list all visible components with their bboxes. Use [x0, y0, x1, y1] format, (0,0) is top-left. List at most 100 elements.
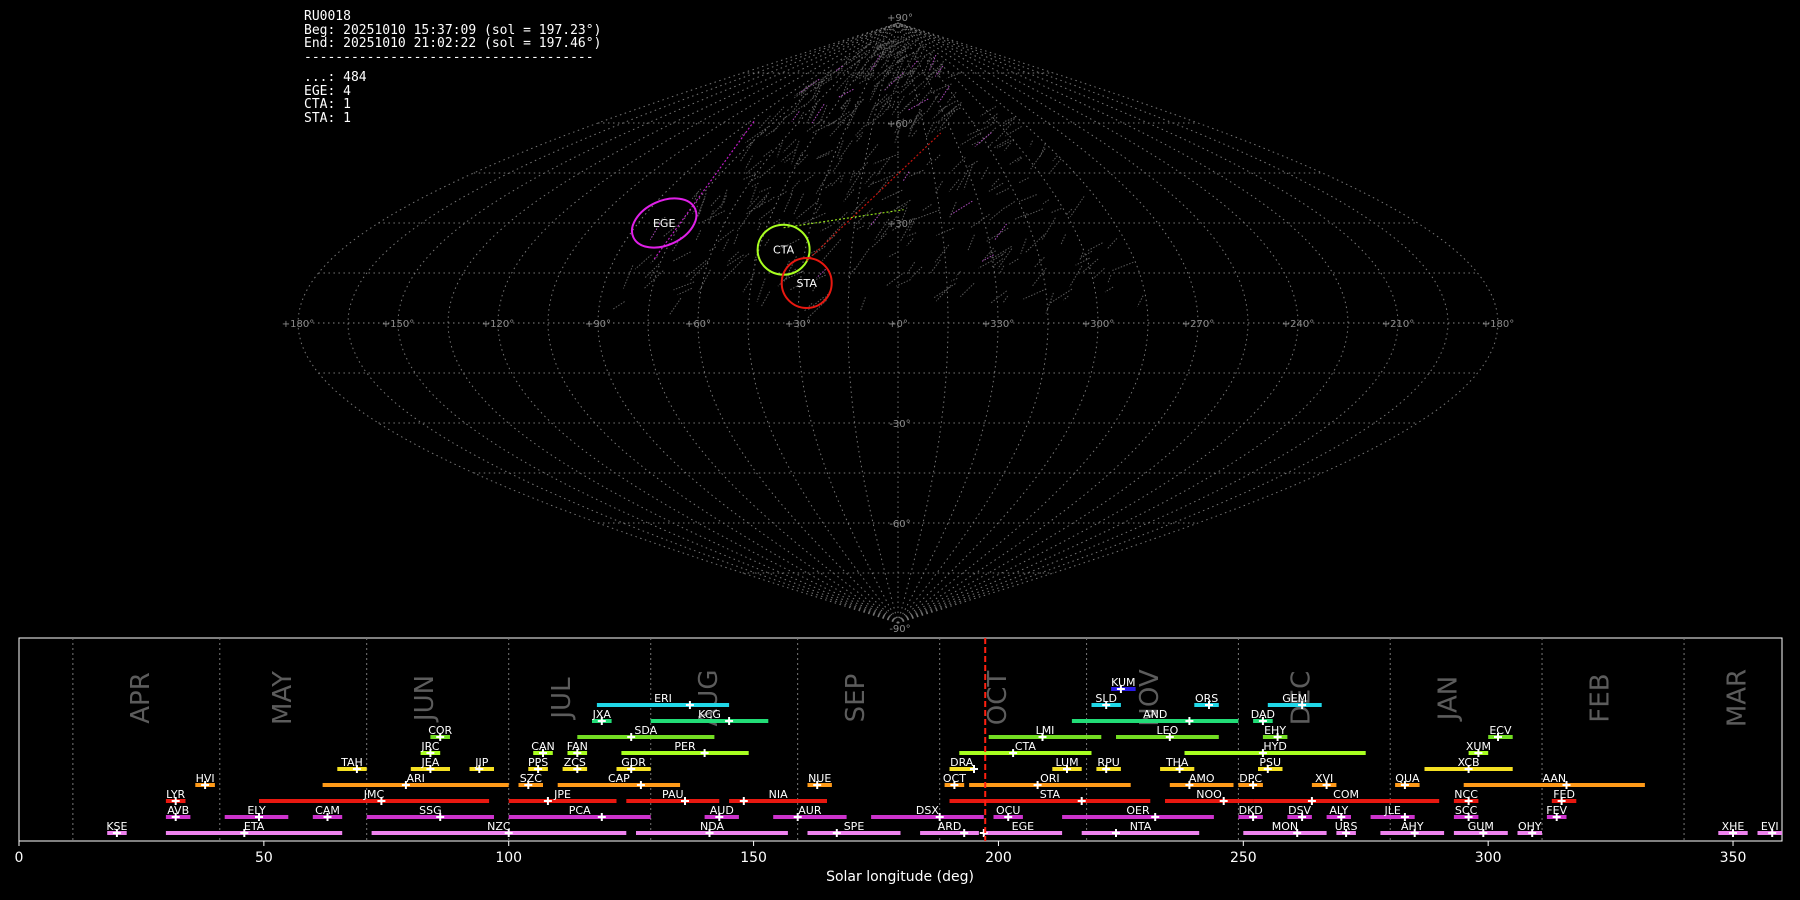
meteor-trail	[934, 154, 941, 161]
meteor-trail	[946, 72, 961, 79]
meteor-trail	[791, 93, 807, 113]
meteor-trail	[999, 265, 1005, 274]
meteor-trail	[783, 104, 806, 120]
meteor-trail	[918, 89, 932, 105]
shower-code-label: AMO	[1189, 772, 1215, 785]
shower-code-label: AUR	[798, 804, 822, 817]
shower-code-label: ELY	[247, 804, 266, 817]
x-tick-label: 50	[255, 850, 273, 866]
latitude-label: -90°	[889, 624, 910, 635]
meteor-trail	[836, 73, 852, 91]
meteor-trail	[1019, 194, 1037, 202]
meteor-trail	[634, 254, 652, 270]
shower-code-label: AUD	[710, 804, 734, 817]
meteor-trail	[774, 218, 781, 224]
shower-code-label: OCU	[996, 804, 1020, 817]
shower-code-label: JPE	[553, 788, 571, 801]
longitude-label: +210°	[1382, 319, 1414, 330]
meteor-trail	[650, 256, 658, 264]
meteor-trail	[840, 99, 848, 110]
meteor-trail	[906, 232, 917, 237]
meteor-trail	[903, 93, 921, 109]
meteor-trail	[822, 239, 842, 261]
meteor-trail	[844, 57, 863, 72]
meteor-trail	[996, 188, 1009, 195]
meteor-trail	[879, 40, 893, 49]
meteor-trail	[994, 223, 1008, 240]
meteor-trail	[784, 158, 791, 163]
shower-code-label: FED	[1553, 788, 1575, 801]
meteor-trail	[897, 103, 910, 116]
meteor-trail	[791, 111, 800, 122]
meteor-trail	[758, 207, 775, 220]
shower-code-label: JIP	[474, 756, 488, 769]
shower-code-label: ZCS	[564, 756, 586, 769]
meteor-trail	[759, 164, 776, 179]
meteor-trail	[925, 121, 935, 138]
meteor-trail	[969, 213, 990, 229]
radiant-label: EGE	[653, 217, 675, 230]
meteor-trails	[612, 34, 1144, 319]
meteor-trail	[846, 107, 858, 130]
meteor-trail	[802, 212, 826, 225]
meteor-trail	[864, 65, 876, 80]
meteor-trail	[1033, 257, 1045, 269]
latitude-label: +90°	[887, 13, 913, 24]
meteor-trail	[832, 157, 843, 172]
shower-code-label: COM	[1333, 788, 1359, 801]
meteor-trail	[967, 234, 975, 251]
month-label: APR	[126, 672, 156, 724]
shower-code-label: DSX	[916, 804, 939, 817]
meteor-trail	[850, 197, 867, 216]
shower-code-label: EGE	[1012, 820, 1034, 833]
meteor-trail	[727, 251, 739, 263]
meteor-trail	[1111, 261, 1134, 272]
latitude-label: -60°	[889, 519, 910, 530]
meteor-trail	[997, 138, 1015, 149]
meteor-trail	[951, 157, 966, 171]
meteor-trail	[908, 81, 925, 95]
meteor-trail	[1041, 217, 1056, 240]
meteor-trail	[980, 167, 989, 181]
shower-code-label: PER	[674, 740, 696, 753]
meteor-trail	[980, 106, 997, 117]
radiant-meteor-trail	[783, 209, 904, 229]
shower-code-label: MON	[1272, 820, 1298, 833]
x-tick-label: 350	[1720, 850, 1747, 866]
meteor-trail	[885, 273, 903, 287]
month-label: MAY	[268, 671, 298, 725]
month-label: JAN	[1433, 676, 1463, 722]
meteor-trail	[913, 209, 940, 221]
meteor-trail	[988, 182, 1004, 192]
longitude-label: +330°	[982, 319, 1014, 330]
meteor-trail	[815, 169, 832, 194]
meteor-trail	[934, 244, 950, 263]
meteor-trail	[820, 224, 832, 232]
meteor-trail	[837, 88, 854, 99]
meteor-trail	[1039, 143, 1046, 158]
meteor-trail	[856, 225, 864, 230]
shower-code-label: PPS	[528, 756, 548, 769]
shower-code-label: GUM	[1468, 820, 1494, 833]
meteor-trail	[987, 141, 993, 149]
shower-code-label: PAU	[662, 788, 684, 801]
meteor-trail	[722, 259, 743, 281]
longitude-label: +270°	[1182, 319, 1214, 330]
shower-code-label: ORI	[1040, 772, 1060, 785]
shower-code-label: ORS	[1195, 692, 1218, 705]
longitude-label: +60°	[685, 319, 711, 330]
meteor-trail	[1002, 295, 1009, 303]
meteor-trail	[986, 227, 1009, 242]
shower-code-label: OHY	[1518, 820, 1542, 833]
meteor-trail	[751, 182, 759, 188]
shower-code-label: SPE	[844, 820, 865, 833]
meteor-trail	[982, 247, 994, 261]
meteor-trail	[767, 196, 775, 203]
meteor-trail	[950, 277, 958, 282]
meteor-trail	[1092, 268, 1105, 280]
shower-code-label: NOO	[1196, 788, 1222, 801]
meteor-trail	[749, 186, 757, 204]
longitude-label: +0°	[888, 319, 908, 330]
meteor-trail	[850, 61, 861, 78]
meteor-trail	[836, 140, 844, 158]
